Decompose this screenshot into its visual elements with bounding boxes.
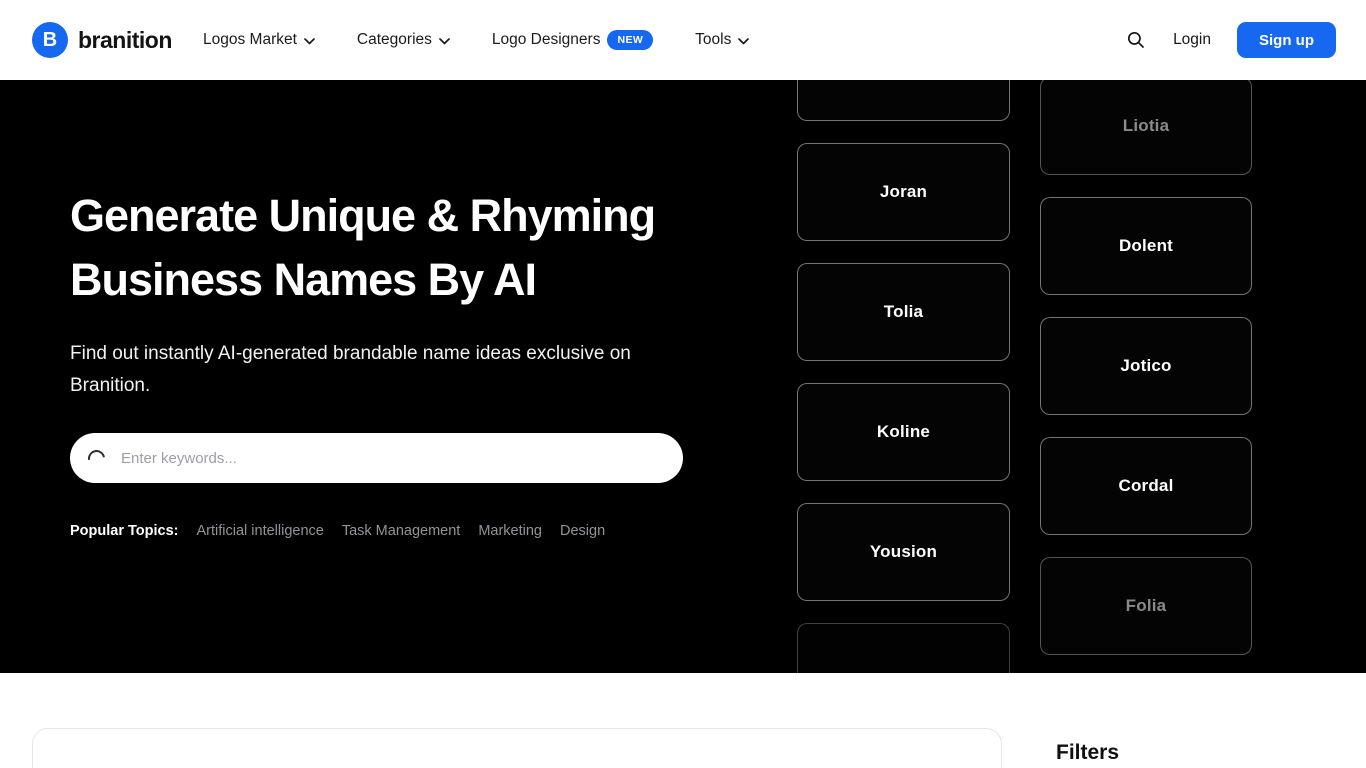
topic-link-task-management[interactable]: Task Management xyxy=(342,523,460,539)
name-card[interactable] xyxy=(797,80,1010,121)
nav-item-categories[interactable]: Categories xyxy=(357,30,450,50)
name-card-label: Jotico xyxy=(1120,356,1171,376)
name-card-label: Cordal xyxy=(1118,476,1173,496)
nav-item-label: Tools xyxy=(695,31,731,49)
nav-item-logos-market[interactable]: Logos Market xyxy=(203,30,315,50)
hero-title-line1: Generate Unique & Rhyming xyxy=(70,190,655,241)
name-card-label: Tolia xyxy=(884,302,923,322)
nav-item-tools[interactable]: Tools xyxy=(695,30,749,50)
keyword-searchbar[interactable] xyxy=(70,433,683,483)
name-card-folia[interactable]: Folia xyxy=(1040,557,1252,655)
topic-link-artificial-intelligence[interactable]: Artificial intelligence xyxy=(197,523,324,539)
nav-item-label: Logo Designers xyxy=(492,31,601,49)
name-card[interactable] xyxy=(797,623,1010,673)
signup-button[interactable]: Sign up xyxy=(1237,22,1336,58)
hero-subtitle: Find out instantly AI-generated brandabl… xyxy=(70,338,695,402)
name-card-jotico[interactable]: Jotico xyxy=(1040,317,1252,415)
new-badge: NEW xyxy=(607,30,653,50)
main-nav: Logos Market Categories Logo Designers N… xyxy=(203,0,749,80)
loading-spinner-icon xyxy=(85,446,109,470)
name-card-joran[interactable]: Joran xyxy=(797,143,1010,241)
header-right: Login Sign up xyxy=(1125,0,1336,80)
brand-logo[interactable]: B branition xyxy=(32,0,172,80)
chevron-down-icon xyxy=(738,32,749,50)
topic-link-marketing[interactable]: Marketing xyxy=(478,523,542,539)
hero-section: Generate Unique & Rhyming Business Names… xyxy=(0,80,1366,673)
hero-title: Generate Unique & Rhyming Business Names… xyxy=(70,184,655,312)
name-card-label: Folia xyxy=(1126,596,1167,616)
popular-topics-label: Popular Topics: xyxy=(70,523,179,539)
name-card-label: Joran xyxy=(880,182,927,202)
hero-title-line2: Business Names By AI xyxy=(70,254,536,305)
name-card-koline[interactable]: Koline xyxy=(797,383,1010,481)
brand-logo-letter: B xyxy=(43,29,57,52)
results-card xyxy=(32,728,1002,768)
name-card-label: Koline xyxy=(877,422,930,442)
name-card-label: Dolent xyxy=(1119,236,1173,256)
popular-topics: Popular Topics: Artificial intelligence … xyxy=(70,523,605,539)
topic-link-design[interactable]: Design xyxy=(560,523,605,539)
name-card-dolent[interactable]: Dolent xyxy=(1040,197,1252,295)
chevron-down-icon xyxy=(304,32,315,50)
header: B branition Logos Market Categories Logo… xyxy=(0,0,1366,80)
name-card-liotia[interactable]: Liotia xyxy=(1040,80,1252,175)
nav-item-label: Logos Market xyxy=(203,31,297,49)
name-card-cordal[interactable]: Cordal xyxy=(1040,437,1252,535)
brand-logo-icon: B xyxy=(32,22,68,58)
chevron-down-icon xyxy=(439,32,450,50)
search-icon[interactable] xyxy=(1125,29,1147,51)
name-card-label: Liotia xyxy=(1123,116,1170,136)
nav-item-label: Categories xyxy=(357,31,432,49)
brand-name: branition xyxy=(78,27,172,54)
name-card-label: Yousion xyxy=(870,542,937,562)
name-card-tolia[interactable]: Tolia xyxy=(797,263,1010,361)
filters-title: Filters xyxy=(1056,741,1119,765)
results-section: Filters xyxy=(0,673,1366,768)
nav-item-logo-designers[interactable]: Logo Designers NEW xyxy=(492,30,653,50)
login-link[interactable]: Login xyxy=(1173,31,1211,49)
name-card-yousion[interactable]: Yousion xyxy=(797,503,1010,601)
keyword-input[interactable] xyxy=(121,450,665,467)
